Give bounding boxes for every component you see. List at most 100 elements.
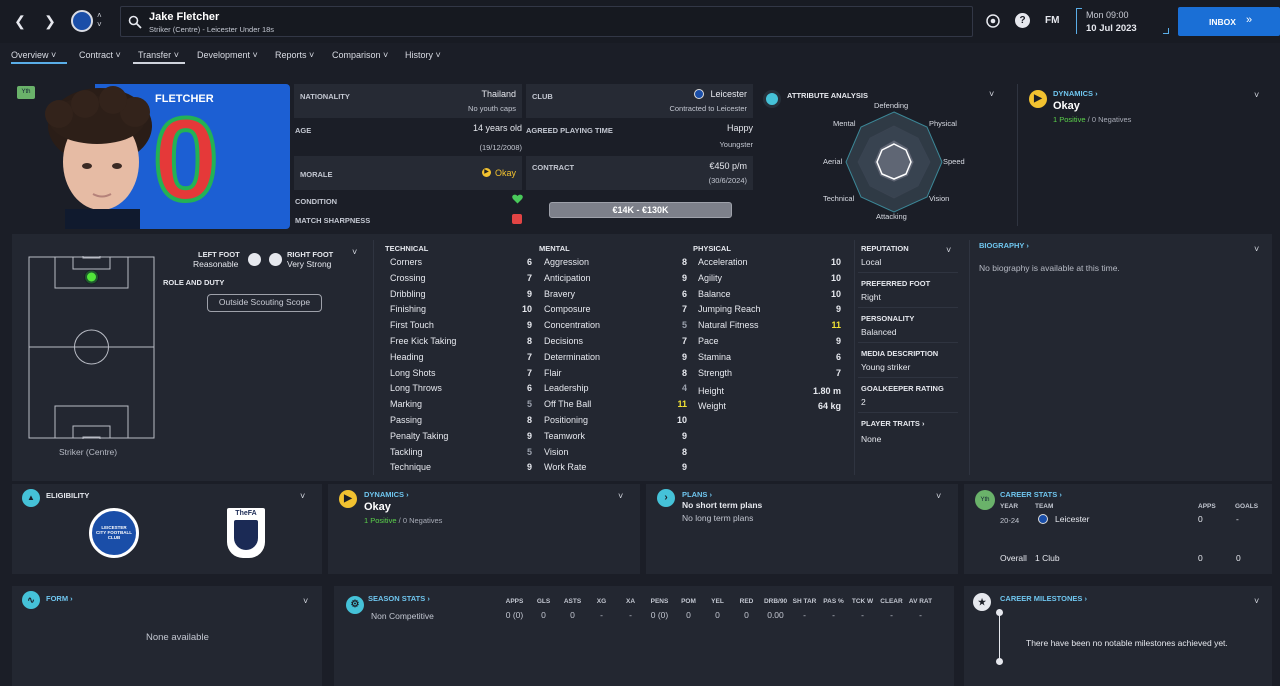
contract-cell[interactable]: CONTRACT €450 p/m (30/6/2024) bbox=[526, 156, 753, 190]
attribute-row-mental[interactable]: Anticipation 9 bbox=[544, 273, 687, 288]
leicester-crest-icon[interactable]: LEICESTER CITY FOOTBALL CLUB bbox=[89, 508, 139, 558]
attribute-value: 8 bbox=[681, 257, 687, 267]
attribute-row-technical[interactable]: Finishing 10 bbox=[390, 304, 532, 319]
career-row-goals: - bbox=[1236, 514, 1239, 524]
fa-crest-text: TheFA bbox=[235, 510, 257, 517]
form-link[interactable]: FORM › bbox=[46, 594, 73, 603]
attribute-row-mental[interactable]: Leadership 4 bbox=[544, 383, 687, 398]
attribute-row-mental[interactable]: Determination 9 bbox=[544, 352, 687, 367]
help-icon[interactable]: ? bbox=[1015, 13, 1030, 28]
player-traits-link[interactable]: PLAYER TRAITS › bbox=[861, 419, 925, 428]
dynamics-chevron-icon[interactable]: ˅ bbox=[618, 491, 623, 501]
attribute-row-technical[interactable]: Free Kick Taking 8 bbox=[390, 336, 532, 351]
attribute-row-mental[interactable]: Vision 8 bbox=[544, 447, 687, 462]
attribute-row-technical[interactable]: Crossing 7 bbox=[390, 273, 532, 288]
tab-development[interactable]: Development ˅ bbox=[197, 47, 263, 64]
plans-chevron-icon[interactable]: ˅ bbox=[936, 491, 941, 501]
attribute-name: Penalty Taking bbox=[390, 430, 449, 441]
tab-contract[interactable]: Contract ˅ bbox=[79, 47, 125, 64]
biography-chevron-icon[interactable]: ˅ bbox=[1254, 244, 1259, 254]
attribute-name: Passing bbox=[390, 415, 423, 425]
goals-header: GOALS bbox=[1235, 503, 1259, 510]
attribute-row-technical[interactable]: Long Shots 7 bbox=[390, 368, 532, 383]
attribute-row-physical[interactable]: Stamina 6 bbox=[698, 352, 841, 367]
attribute-row-physical[interactable]: Pace 9 bbox=[698, 336, 841, 351]
attribute-row-technical[interactable]: Marking 5 bbox=[390, 399, 532, 414]
dynamics-chevron-icon[interactable]: ˅ bbox=[1254, 90, 1259, 100]
scouting-button[interactable]: Outside Scouting Scope bbox=[207, 294, 322, 312]
attribute-row-mental[interactable]: Flair 8 bbox=[544, 368, 687, 383]
transfer-value-bar[interactable]: €14K - €130K bbox=[549, 202, 732, 218]
current-date[interactable]: 10 Jul 2023 bbox=[1086, 23, 1137, 34]
career-stats-link[interactable]: CAREER STATS › bbox=[1000, 490, 1062, 499]
attribute-row-physical[interactable]: Strength 7 bbox=[698, 368, 841, 383]
attribute-row-technical[interactable]: First Touch 9 bbox=[390, 320, 532, 335]
current-time[interactable]: Mon 09:00 bbox=[1086, 10, 1129, 20]
season-value: 0 bbox=[744, 610, 749, 620]
dynamics-link[interactable]: DYNAMICS › bbox=[364, 490, 409, 499]
tab-overview[interactable]: Overview ˅ bbox=[11, 47, 67, 64]
attribute-row-physical[interactable]: Acceleration 10 bbox=[698, 257, 841, 272]
attribute-name: Dribbling bbox=[390, 288, 426, 299]
inbox-button[interactable]: INBOX » bbox=[1178, 7, 1280, 36]
timeline-dot-bottom bbox=[996, 658, 1003, 665]
attribute-row-mental[interactable]: Composure 7 bbox=[544, 304, 687, 319]
left-foot-label: LEFT FOOT bbox=[198, 250, 240, 259]
tab-comparison[interactable]: Comparison ˅ bbox=[332, 47, 394, 64]
attribute-row-mental[interactable]: Off The Ball 11 bbox=[544, 399, 687, 414]
tab-reports[interactable]: Reports ˅ bbox=[275, 47, 320, 64]
nationality-cell[interactable]: NATIONALITY Thailand No youth caps bbox=[294, 84, 522, 118]
season-value: 0 (0) bbox=[505, 610, 524, 620]
fm-menu-button[interactable]: FM bbox=[1045, 15, 1059, 26]
attribute-row-technical[interactable]: Corners 6 bbox=[390, 257, 532, 272]
club-cell[interactable]: CLUB Leicester Contracted to Leicester bbox=[526, 84, 753, 118]
plans-link[interactable]: PLANS › bbox=[682, 490, 712, 499]
attribute-row-physical[interactable]: Agility 10 bbox=[698, 273, 841, 288]
attribute-row-technical[interactable]: Long Throws 6 bbox=[390, 383, 532, 398]
tab-transfer[interactable]: Transfer ˅ bbox=[133, 47, 185, 64]
attribute-row-physical[interactable]: Natural Fitness 11 bbox=[698, 320, 841, 335]
biography-link[interactable]: BIOGRAPHY › bbox=[979, 241, 1029, 250]
dynamics-link[interactable]: DYNAMICS › bbox=[1053, 89, 1098, 98]
attribute-row-physical[interactable]: Balance 10 bbox=[698, 289, 841, 304]
attribute-row-technical[interactable]: Tackling 5 bbox=[390, 447, 532, 462]
milestones-chevron-icon[interactable]: ˅ bbox=[1254, 596, 1259, 606]
back-button[interactable]: ❮ bbox=[12, 12, 28, 30]
attribute-row-mental[interactable]: Work Rate 9 bbox=[544, 462, 687, 477]
fa-crest-icon[interactable]: TheFA bbox=[227, 508, 265, 558]
attribute-value: 11 bbox=[677, 399, 687, 410]
season-stats-link[interactable]: SEASON STATS › bbox=[368, 594, 430, 603]
left-foot-icon bbox=[248, 253, 261, 266]
milestones-link[interactable]: CAREER MILESTONES › bbox=[1000, 594, 1087, 603]
morale-cell[interactable]: MORALE ▶ Okay bbox=[294, 156, 522, 190]
feet-chevron-icon[interactable]: ˅ bbox=[352, 247, 357, 257]
attribute-row-physical[interactable]: Jumping Reach 9 bbox=[698, 304, 841, 319]
analysis-chevron-icon[interactable]: ˅ bbox=[989, 89, 994, 99]
attribute-row-mental[interactable]: Aggression 8 bbox=[544, 257, 687, 272]
club-crest-icon[interactable] bbox=[71, 10, 93, 32]
divider bbox=[858, 272, 958, 273]
attribute-row-technical[interactable]: Dribbling 9 bbox=[390, 289, 532, 304]
tab-history[interactable]: History ˅ bbox=[405, 47, 447, 64]
attribute-row-technical[interactable]: Heading 7 bbox=[390, 352, 532, 367]
attribute-row-mental[interactable]: Concentration 5 bbox=[544, 320, 687, 335]
attribute-row-mental[interactable]: Decisions 7 bbox=[544, 336, 687, 351]
season-header: YEL bbox=[711, 598, 724, 605]
career-badge: Yth bbox=[975, 490, 995, 510]
attribute-row-technical[interactable]: Passing 8 bbox=[390, 415, 532, 430]
attribute-row-mental[interactable]: Bravery 6 bbox=[544, 289, 687, 304]
football-icon[interactable] bbox=[986, 14, 1000, 28]
form-chevron-icon[interactable]: ˅ bbox=[303, 596, 308, 606]
info-chevron-icon[interactable]: ˅ bbox=[946, 245, 951, 255]
player-search-box[interactable]: Jake Fletcher Striker (Centre) - Leicest… bbox=[120, 6, 973, 37]
forward-button[interactable]: ❯ bbox=[42, 12, 58, 30]
attribute-row-technical[interactable]: Penalty Taking 9 bbox=[390, 431, 532, 446]
club-switch-chevron-icon[interactable]: ˄ ˅ bbox=[97, 11, 102, 29]
attribute-row-technical[interactable]: Technique 9 bbox=[390, 462, 532, 477]
eligibility-chevron-icon[interactable]: ˅ bbox=[300, 491, 305, 501]
attribute-value: 5 bbox=[681, 320, 687, 331]
attribute-name: Flair bbox=[544, 367, 562, 378]
attribute-row-mental[interactable]: Positioning 10 bbox=[544, 415, 687, 430]
attribute-row-mental[interactable]: Teamwork 9 bbox=[544, 431, 687, 446]
career-row-team[interactable]: Leicester bbox=[1055, 514, 1090, 524]
